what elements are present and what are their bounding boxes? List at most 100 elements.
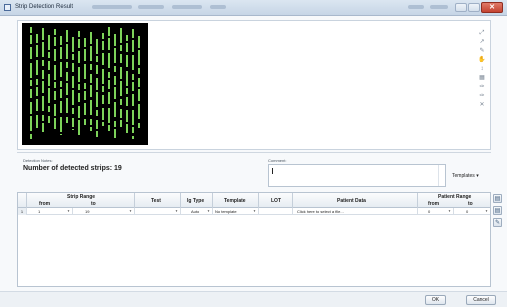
image-toolbar: ⤢ ↗ ✎ ✋ ↕ ▦ ✑ ✑ ✕ xyxy=(478,29,488,110)
strip-segment xyxy=(132,29,134,38)
patient-data-label: Patient Data xyxy=(337,198,366,204)
header-strip-range[interactable]: Strip Range from to xyxy=(27,193,135,208)
pan-icon[interactable]: ✋ xyxy=(478,56,486,64)
template-value: No template xyxy=(215,209,237,214)
strip-segment xyxy=(72,54,74,60)
template-select[interactable]: No template ▼ xyxy=(213,208,259,215)
strip-segment xyxy=(84,49,86,61)
strip-table: Strip Range from to Test Ig Type Templat… xyxy=(17,192,491,287)
zoom-in-icon[interactable]: ⤢ xyxy=(478,29,486,37)
strip-segment xyxy=(114,34,116,46)
header-patient-data[interactable]: Patient Data xyxy=(293,193,418,208)
strip-segment xyxy=(102,33,104,39)
table-row[interactable]: 1 1 ▼ 19 ▼ ▼ Auto ▼ No template ▼ Click here… xyxy=(18,208,490,215)
detection-notes-label: Detection Notes: xyxy=(23,158,53,163)
strip-segment xyxy=(126,88,128,94)
comment-scrollbar[interactable] xyxy=(438,165,445,186)
strip-segment xyxy=(102,53,104,65)
strip-segment xyxy=(60,47,62,59)
strip-segment xyxy=(96,92,98,107)
maximize-button[interactable] xyxy=(468,3,480,12)
strip-segment xyxy=(114,66,116,72)
window-title: Strip Detection Result xyxy=(15,4,74,10)
copy-row-icon[interactable]: ▤ xyxy=(493,206,502,215)
pin-icon[interactable]: ✑ xyxy=(478,83,486,91)
strip-segment xyxy=(60,134,62,135)
patient-from-label: from xyxy=(428,201,440,207)
strip-segment xyxy=(78,106,80,118)
zoom-out-icon[interactable]: ↗ xyxy=(478,38,486,46)
lot-label: LOT xyxy=(271,198,281,204)
strip-segment xyxy=(60,81,62,87)
strip-segment xyxy=(120,67,122,79)
patient-from-select[interactable]: 0 ▼ xyxy=(418,208,454,215)
dropdown-arrow-icon: ▼ xyxy=(67,209,70,213)
strip-segment xyxy=(72,76,74,88)
ig-type-label: Ig Type xyxy=(187,198,205,204)
strip-segment xyxy=(42,81,44,93)
strip-segment xyxy=(30,80,32,86)
ok-button[interactable]: OK xyxy=(425,295,446,305)
header-test[interactable]: Test xyxy=(135,193,181,208)
mark-icon[interactable]: ▦ xyxy=(478,74,486,82)
strip-segment xyxy=(108,92,110,104)
strip-segment xyxy=(54,49,56,61)
patient-to-select[interactable]: 0 ▼ xyxy=(454,208,490,215)
patient-from-value: 0 xyxy=(428,209,431,214)
strip-segment xyxy=(84,64,86,79)
strip-segment xyxy=(132,127,134,133)
close-button[interactable]: ✕ xyxy=(481,2,503,13)
patient-to-label: to xyxy=(468,201,473,207)
strip-range-label: Strip Range xyxy=(67,194,96,200)
cancel-button[interactable]: Cancel xyxy=(466,295,496,305)
pin-alt-icon[interactable]: ✑ xyxy=(478,92,486,100)
patient-data-value: Click here to select a file... xyxy=(297,209,344,214)
strip-segment xyxy=(78,120,80,135)
minimize-button[interactable] xyxy=(455,3,467,12)
strip-segment xyxy=(78,93,80,102)
strip-segment xyxy=(54,91,56,100)
strip-segment xyxy=(30,134,32,139)
rotate-icon[interactable]: ✎ xyxy=(478,47,486,55)
strip-segment xyxy=(60,117,62,132)
template-label: Template xyxy=(224,198,246,204)
to-select[interactable]: 19 ▼ xyxy=(73,208,135,215)
lot-input[interactable] xyxy=(259,208,293,215)
strip-image[interactable] xyxy=(22,23,148,145)
strip-segment xyxy=(108,53,110,68)
header-ig-type[interactable]: Ig Type xyxy=(181,193,213,208)
strip-segment xyxy=(90,100,92,115)
strip-segment xyxy=(48,74,50,86)
strip-segment xyxy=(102,41,104,50)
patient-data-picker[interactable]: Click here to select a file... xyxy=(293,208,418,215)
from-select[interactable]: 1 ▼ xyxy=(27,208,73,215)
measure-icon[interactable]: ↕ xyxy=(478,65,486,73)
strip-segment xyxy=(132,94,134,106)
table-header: Strip Range from to Test Ig Type Templat… xyxy=(18,193,490,208)
edit-row-icon[interactable]: ✎ xyxy=(493,218,502,227)
test-select[interactable]: ▼ xyxy=(135,208,181,215)
strip-segment xyxy=(66,117,68,123)
strip-segment xyxy=(126,55,128,67)
chevron-down-icon: ▾ xyxy=(476,173,479,179)
strip-segment xyxy=(42,96,44,111)
clear-icon[interactable]: ✕ xyxy=(478,101,486,109)
header-patient-range[interactable]: Patient Range from to xyxy=(418,193,490,208)
ig-type-value: Auto xyxy=(191,209,200,214)
header-lot[interactable]: LOT xyxy=(259,193,293,208)
dropdown-arrow-icon: ▼ xyxy=(129,209,132,213)
strip-segment xyxy=(36,45,38,57)
strip-segment xyxy=(54,104,56,116)
strip-segment xyxy=(126,124,128,133)
header-template[interactable]: Template xyxy=(213,193,259,208)
strip-segment xyxy=(78,67,80,82)
strip-segment xyxy=(78,84,80,90)
header-rownum xyxy=(18,193,27,208)
add-row-icon[interactable]: ▤ xyxy=(493,194,502,203)
strip-segment xyxy=(36,99,38,111)
ig-type-select[interactable]: Auto ▼ xyxy=(181,208,213,215)
strip-segment xyxy=(114,102,116,117)
templates-button[interactable]: Templates ▾ xyxy=(452,173,479,179)
title-decoration xyxy=(430,5,448,9)
comment-input[interactable] xyxy=(268,164,446,187)
